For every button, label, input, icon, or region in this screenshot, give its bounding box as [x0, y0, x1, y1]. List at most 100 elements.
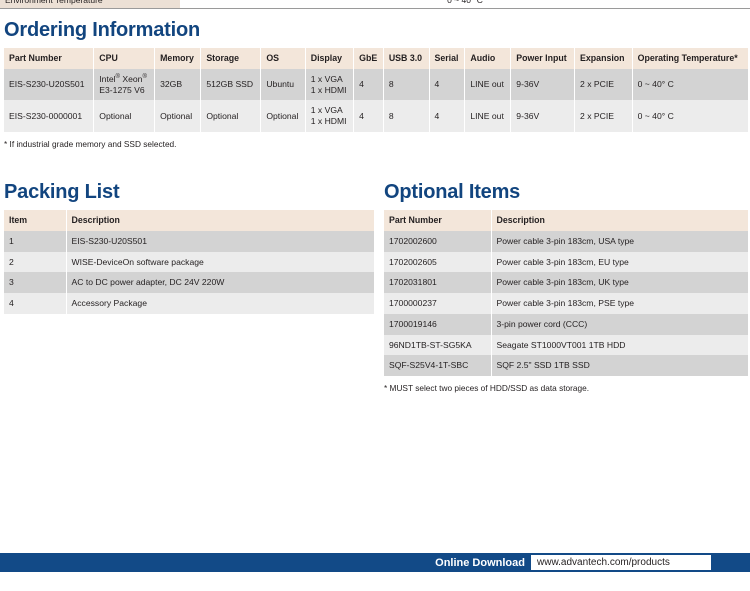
column-header-audio: Audio — [464, 48, 512, 69]
footer-bar: Online Download www.advantech.com/produc… — [0, 553, 750, 572]
cell-item: 2 — [4, 251, 67, 273]
truncated-spec-label: Environment Temperature — [0, 0, 180, 8]
cell-storage: 512GB SSD — [200, 68, 262, 101]
cell-part-number: 1702002600 — [384, 230, 492, 252]
table-row: EIS-S230-0000001 Optional Optional Optio… — [4, 100, 748, 132]
cell-display: 1 x VGA 1 x HDMI — [305, 68, 355, 101]
cell-cpu: Optional — [93, 100, 156, 132]
packing-list-table: Item Description 1 EIS-S230-U20S501 2 WI… — [4, 210, 374, 314]
cell-gbe: 4 — [353, 100, 384, 132]
table-header-row: Item Description — [4, 210, 374, 231]
cell-memory: 32GB — [154, 68, 202, 101]
column-header-power-input: Power Input — [510, 48, 576, 69]
table-row: SQF-S25V4-1T-SBC SQF 2.5" SSD 1TB SSD — [384, 355, 748, 377]
cell-serial: 4 — [429, 100, 466, 132]
table-row: 2 WISE-DeviceOn software package — [4, 251, 374, 273]
cell-audio: LINE out — [464, 100, 512, 132]
cell-item: 4 — [4, 293, 67, 314]
cell-usb30: 8 — [383, 100, 430, 132]
lower-columns: Packing List Item Description 1 EIS-S230… — [4, 182, 748, 393]
cell-part-number: 1700019146 — [384, 313, 492, 335]
table-row: 1 EIS-S230-U20S501 — [4, 230, 374, 252]
cell-storage: Optional — [200, 100, 262, 132]
online-download-url[interactable]: www.advantech.com/products — [531, 555, 711, 570]
table-header-row: Part Number CPU Memory Storage OS Displa… — [4, 48, 748, 69]
cell-expansion: 2 x PCIE — [574, 68, 633, 101]
optional-items-table: Part Number Description 1702002600 Power… — [384, 210, 748, 377]
cell-power-input: 9-36V — [510, 100, 576, 132]
cell-memory: Optional — [154, 100, 202, 132]
column-header-serial: Serial — [429, 48, 466, 69]
table-row: 1702002605 Power cable 3-pin 183cm, EU t… — [384, 251, 748, 273]
cell-operating-temperature: 0 ~ 40° C — [632, 100, 748, 132]
column-header-part-number: Part Number — [4, 48, 95, 69]
optional-items-footnote: * MUST select two pieces of HDD/SSD as d… — [384, 383, 590, 394]
cell-part-number: 96ND1TB-ST-SG5KA — [384, 334, 492, 356]
cell-description: Power cable 3-pin 183cm, PSE type — [491, 293, 748, 314]
table-row: 4 Accessory Package — [4, 293, 374, 314]
table-row: 96ND1TB-ST-SG5KA Seagate ST1000VT001 1TB… — [384, 334, 748, 356]
truncated-spec-row: Environment Temperature 0 ~ 40° C — [0, 0, 750, 9]
ordering-information-table: Part Number CPU Memory Storage OS Displa… — [4, 48, 748, 132]
cell-item: 3 — [4, 272, 67, 294]
packing-list-title: Packing List — [4, 181, 120, 203]
cell-description: AC to DC power adapter, DC 24V 220W — [66, 272, 374, 294]
cell-operating-temperature: 0 ~ 40° C — [632, 68, 748, 101]
cell-display: 1 x VGA 1 x HDMI — [305, 100, 355, 132]
cell-description: SQF 2.5" SSD 1TB SSD — [491, 355, 748, 377]
column-header-part-number: Part Number — [384, 210, 492, 231]
cell-part-number: EIS-S230-0000001 — [4, 100, 95, 132]
table-row: 1702031801 Power cable 3-pin 183cm, UK t… — [384, 272, 748, 294]
cell-gbe: 4 — [353, 68, 384, 101]
column-header-item: Item — [4, 210, 67, 231]
table-row: 1700000237 Power cable 3-pin 183cm, PSE … — [384, 293, 748, 314]
online-download-label: Online Download — [435, 556, 525, 569]
table-row: 1700019146 3-pin power cord (CCC) — [384, 313, 748, 335]
table-row: EIS-S230-U20S501 Intel® Xeon® E3-1275 V6 … — [4, 68, 748, 101]
truncated-spec-row-inner: Environment Temperature 0 ~ 40° C — [0, 0, 750, 9]
column-header-memory: Memory — [154, 48, 202, 69]
cell-power-input: 9-36V — [510, 68, 576, 101]
column-header-expansion: Expansion — [574, 48, 633, 69]
cell-part-number: 1702031801 — [384, 272, 492, 294]
cell-description: Accessory Package — [66, 293, 374, 314]
table-row: 1702002600 Power cable 3-pin 183cm, USA … — [384, 230, 748, 252]
column-header-description: Description — [66, 210, 374, 231]
optional-items-title: Optional Items — [384, 181, 521, 203]
optional-items-section: Optional Items Part Number Description 1… — [384, 182, 748, 393]
table-row: 3 AC to DC power adapter, DC 24V 220W — [4, 272, 374, 294]
cell-serial: 4 — [429, 68, 466, 101]
cell-description: Power cable 3-pin 183cm, EU type — [491, 251, 748, 273]
column-header-operating-temperature: Operating Temperature* — [632, 48, 748, 69]
cell-part-number: 1702002605 — [384, 251, 492, 273]
cell-os: Optional — [260, 100, 306, 132]
column-header-cpu: CPU — [93, 48, 156, 69]
ordering-information-section: Ordering Information Part Number CPU Mem… — [4, 20, 748, 149]
table-header-row: Part Number Description — [384, 210, 748, 231]
cell-audio: LINE out — [464, 68, 512, 101]
cell-part-number: 1700000237 — [384, 293, 492, 314]
cell-part-number: SQF-S25V4-1T-SBC — [384, 355, 492, 377]
cell-description: Seagate ST1000VT001 1TB HDD — [491, 334, 748, 356]
cell-description: Power cable 3-pin 183cm, USA type — [491, 230, 748, 252]
cell-os: Ubuntu — [260, 68, 306, 101]
column-header-description: Description — [491, 210, 748, 231]
cell-description: 3-pin power cord (CCC) — [491, 313, 748, 335]
cell-cpu: Intel® Xeon® E3-1275 V6 — [93, 68, 156, 101]
column-header-display: Display — [305, 48, 355, 69]
packing-list-section: Packing List Item Description 1 EIS-S230… — [4, 182, 374, 393]
cell-expansion: 2 x PCIE — [574, 100, 633, 132]
cell-item: 1 — [4, 230, 67, 252]
cell-description: Power cable 3-pin 183cm, UK type — [491, 272, 748, 294]
column-header-os: OS — [260, 48, 306, 69]
cell-part-number: EIS-S230-U20S501 — [4, 68, 95, 101]
ordering-footnote: * If industrial grade memory and SSD sel… — [4, 138, 177, 149]
truncated-spec-value: 0 ~ 40° C — [180, 0, 750, 8]
column-header-storage: Storage — [200, 48, 262, 69]
column-header-usb30: USB 3.0 — [383, 48, 430, 69]
cell-description: WISE-DeviceOn software package — [66, 251, 374, 273]
column-header-gbe: GbE — [353, 48, 384, 69]
ordering-information-title: Ordering Information — [4, 19, 201, 41]
cell-usb30: 8 — [383, 68, 430, 101]
cell-description: EIS-S230-U20S501 — [66, 230, 374, 252]
